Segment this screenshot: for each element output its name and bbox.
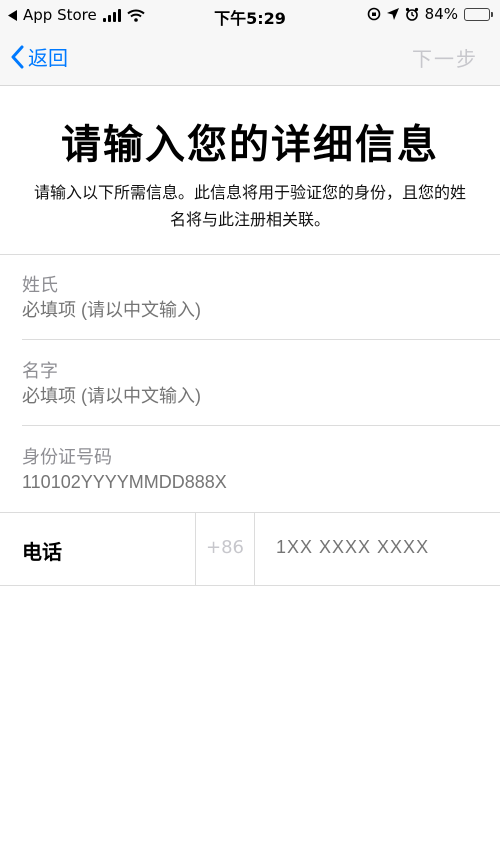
navigation-bar: 返回 下一步 xyxy=(0,30,500,86)
back-button-label: 返回 xyxy=(28,46,68,70)
back-app-label: App Store xyxy=(23,6,97,24)
phone-divider xyxy=(254,513,255,585)
surname-label: 姓氏 xyxy=(22,275,58,296)
surname-input[interactable] xyxy=(22,300,472,321)
phone-input[interactable] xyxy=(276,537,486,558)
battery-icon xyxy=(464,7,493,21)
wifi-icon xyxy=(127,9,145,22)
status-right: 84% xyxy=(367,5,493,23)
given-name-label: 名字 xyxy=(22,361,58,382)
page-subtitle: 请输入以下所需信息。此信息将用于验证您的身份，且您的姓名将与此注册相关联。 xyxy=(33,183,466,229)
surname-field: 姓氏 xyxy=(0,255,500,340)
phone-label: 电话 xyxy=(22,540,62,564)
id-number-field: 身份证号码 xyxy=(0,427,500,512)
battery-percent: 84% xyxy=(424,5,458,23)
field-divider xyxy=(22,339,500,340)
chevron-left-icon xyxy=(11,45,24,68)
phone-field: 电话 +86 xyxy=(0,512,500,586)
given-name-field: 名字 xyxy=(0,341,500,426)
field-divider xyxy=(22,425,500,426)
next-step-button[interactable]: 下一步 xyxy=(412,43,478,72)
id-number-label: 身份证号码 xyxy=(22,447,112,468)
id-number-input[interactable] xyxy=(22,472,472,493)
back-triangle-icon xyxy=(8,9,17,21)
status-left[interactable]: App Store xyxy=(8,6,145,24)
status-bar: App Store 下午5:29 84% xyxy=(0,0,500,30)
given-name-input[interactable] xyxy=(22,386,472,407)
back-button[interactable]: 返回 xyxy=(10,42,68,71)
country-code-selector[interactable]: +86 xyxy=(196,537,254,558)
cellular-signal-icon xyxy=(102,8,121,22)
alarm-icon xyxy=(405,7,418,21)
page-title: 请输入您的详细信息 xyxy=(61,122,439,168)
location-icon xyxy=(386,8,399,20)
orientation-lock-icon xyxy=(367,7,380,21)
